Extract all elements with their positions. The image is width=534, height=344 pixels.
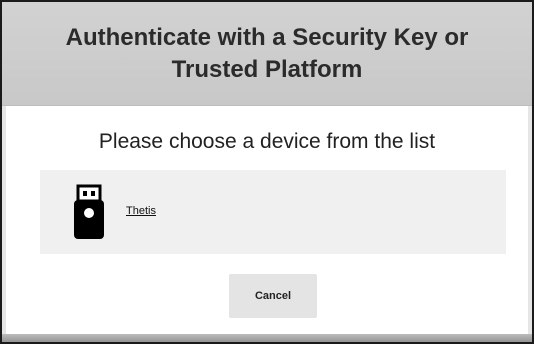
device-link-thetis[interactable]: Thetis: [126, 205, 156, 217]
dialog-body: Please choose a device from the list The…: [2, 106, 532, 334]
dialog-bottom-edge: [2, 334, 532, 342]
usb-key-icon: [74, 184, 104, 239]
cancel-button[interactable]: Cancel: [229, 274, 317, 318]
dialog-header: Authenticate with a Security Key or Trus…: [2, 2, 532, 106]
dialog-title: Authenticate with a Security Key or Trus…: [65, 24, 469, 83]
authentication-dialog: Authenticate with a Security Key or Trus…: [0, 0, 534, 344]
device-prompt: Please choose a device from the list: [98, 130, 436, 153]
device-list-item[interactable]: Thetis: [40, 170, 506, 254]
